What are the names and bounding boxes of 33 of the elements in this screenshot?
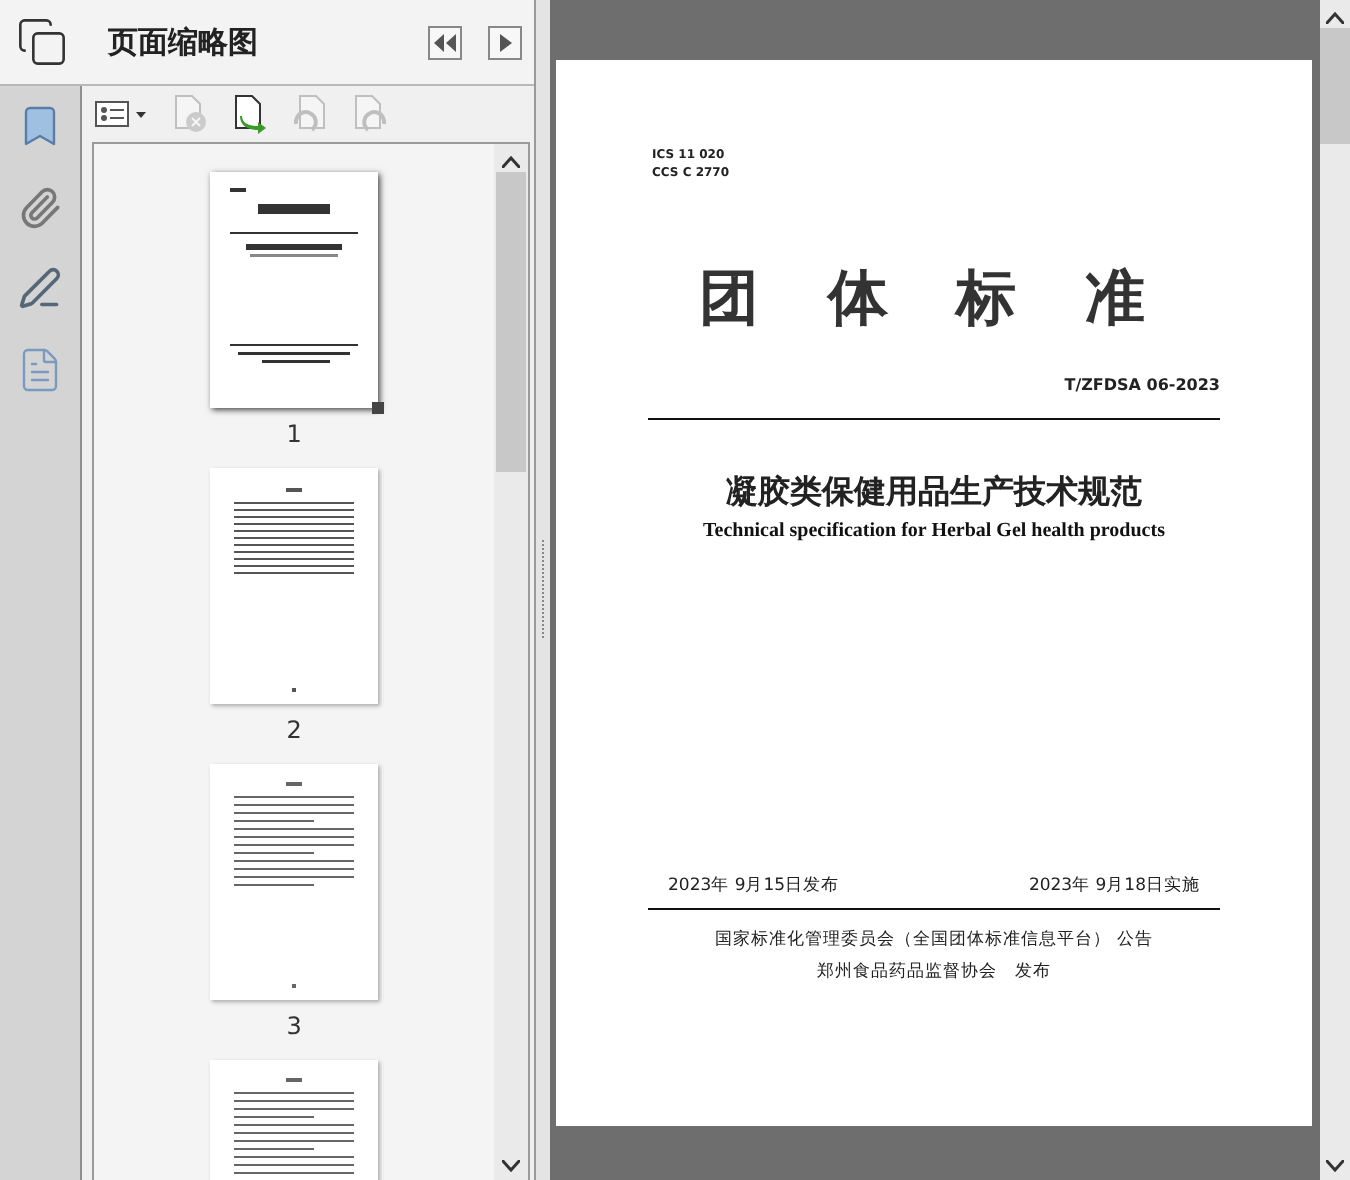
paperclip-icon[interactable] — [18, 186, 62, 230]
scroll-up-icon[interactable] — [1326, 12, 1344, 24]
document-heading: 团 体 标 准 — [696, 262, 1172, 338]
scroll-down-icon[interactable] — [502, 1160, 521, 1172]
page-number: 3 — [286, 1012, 302, 1040]
options-menu-icon[interactable] — [94, 100, 150, 128]
expand-panel-button[interactable] — [488, 25, 523, 59]
page-thumbnail[interactable] — [210, 764, 379, 1000]
effective-date: 2023年 9月18日实施 — [1028, 874, 1200, 898]
standard-number: T/ZFDSA 06-2023 — [1062, 376, 1220, 394]
publisher-line: 国家标准化管理委员会（全国团体标准信息平台） 公告 — [713, 928, 1155, 952]
page-thumbnail[interactable] — [210, 172, 379, 408]
scroll-up-icon[interactable] — [502, 156, 521, 168]
page-number: 2 — [286, 716, 302, 744]
double-left-arrow-icon — [434, 33, 457, 51]
panel-title: 页面缩略图 — [108, 23, 260, 61]
splitter-handle[interactable] — [536, 0, 550, 1180]
issue-date: 2023年 9月15日发布 — [668, 874, 840, 898]
scrollbar[interactable] — [494, 144, 529, 1180]
document-title: 凝胶类保健用品生产技术规范 — [724, 472, 1144, 514]
page-number: 1 — [286, 420, 302, 448]
signature-icon[interactable] — [18, 266, 62, 310]
scroll-down-icon[interactable] — [1326, 1160, 1344, 1172]
insert-page-icon[interactable] — [230, 94, 270, 134]
scroll-thumb[interactable] — [1320, 28, 1350, 144]
scrollbar[interactable] — [1320, 0, 1350, 1180]
publisher-line: 郑州食品药品监督协会 发布 — [815, 960, 1053, 984]
page-thumbnail[interactable] — [210, 468, 379, 704]
pages-icon[interactable] — [16, 16, 68, 68]
scroll-thumb[interactable] — [496, 172, 527, 472]
collapse-panel-button[interactable] — [428, 25, 463, 59]
right-arrow-icon — [499, 33, 512, 51]
document-subtitle: Technical specification for Herbal Gel health products — [701, 520, 1167, 542]
